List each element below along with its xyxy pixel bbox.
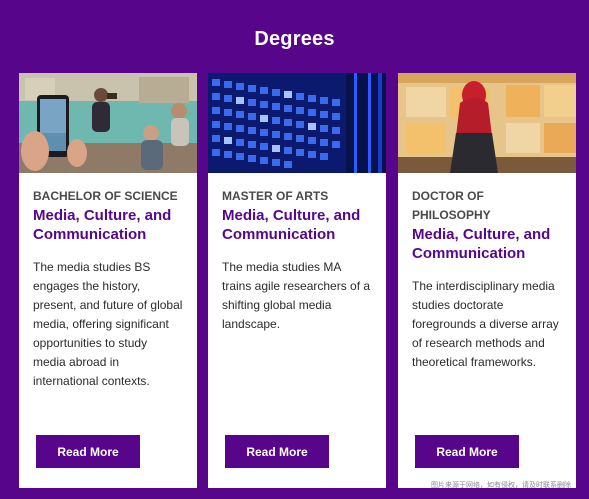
degree-card-bachelor: BACHELOR OF SCIENCE Media, Culture, and … [19,73,197,488]
card-kicker: BACHELOR OF SCIENCE [33,189,178,203]
card-image-digital-screens [208,73,386,173]
card-description: The media studies BS engages the history… [33,260,183,388]
degree-card-master: MASTER OF ARTS Media, Culture, and Commu… [208,73,386,488]
card-kicker: MASTER OF ARTS [222,189,329,203]
read-more-button[interactable]: Read More [415,435,519,468]
read-more-button[interactable]: Read More [225,435,329,468]
card-image-museum-visitor [398,73,576,173]
watermark-text: 图片来源于网络，如有侵权，请及时联系删除 [431,481,571,489]
page-title: Degrees [254,28,335,51]
card-description: The interdisciplinary media studies doct… [412,279,559,369]
read-more-button[interactable]: Read More [36,435,140,468]
card-description: The media studies MA trains agile resear… [222,260,371,331]
card-title[interactable]: Media, Culture, and Communication [222,206,372,244]
degree-card-doctorate: DOCTOR OF PHILOSOPHY Media, Culture, and… [398,73,576,488]
card-title[interactable]: Media, Culture, and Communication [412,225,562,263]
card-kicker: DOCTOR OF PHILOSOPHY [412,189,491,222]
card-image-tourists-selfie [19,73,197,173]
card-title[interactable]: Media, Culture, and Communication [33,206,183,244]
